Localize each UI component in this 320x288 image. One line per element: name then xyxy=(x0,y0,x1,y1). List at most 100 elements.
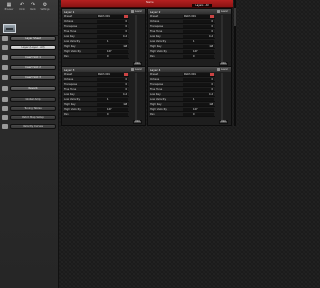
param-value: Patch 001 xyxy=(184,73,196,76)
param-value-field[interactable]: G8 xyxy=(183,103,214,106)
layer-panel-2: Layer 2 Level Preset Patch 001 Octave 0 Tr… xyxy=(147,8,232,68)
param-label: High Velocity xyxy=(150,50,167,53)
param-value: 1 xyxy=(107,98,109,101)
power-icon[interactable] xyxy=(131,68,134,71)
param-value: C-2 xyxy=(122,93,127,96)
param-row: Pan 0 xyxy=(149,113,215,117)
level-fader[interactable] xyxy=(221,73,223,121)
level-fader[interactable] xyxy=(135,15,137,63)
toolbar-redo-button[interactable]: ↷ Redo xyxy=(28,2,38,11)
power-icon[interactable] xyxy=(217,10,220,13)
param-value-field[interactable]: C-2 xyxy=(183,93,214,96)
layer-header: Layer 2 Level xyxy=(148,9,231,14)
param-value-field[interactable]: 0 xyxy=(97,20,128,23)
param-value: 0 xyxy=(211,20,213,23)
toolbar-settings-button[interactable]: ⚙ Settings xyxy=(40,2,50,11)
param-value-field[interactable]: C-2 xyxy=(97,35,128,38)
param-value: 0 xyxy=(107,55,109,58)
param-row: Transpose 0 xyxy=(149,83,215,87)
param-value-field[interactable]: 0 xyxy=(97,88,128,91)
param-value-field[interactable]: G8 xyxy=(97,103,128,106)
insert-icon xyxy=(2,55,8,60)
param-value-field[interactable]: 127 xyxy=(183,108,214,111)
toolbar-browser-button[interactable]: ▦ Browser xyxy=(4,2,14,11)
param-row: Octave 0 xyxy=(149,20,215,24)
param-label: Preset xyxy=(64,15,73,18)
param-label: Fine Tune xyxy=(64,88,77,91)
param-value-field[interactable]: 0 xyxy=(97,25,128,28)
sidebar-item-insert-3[interactable]: Insert Slot 3 xyxy=(10,75,56,80)
param-value-field[interactable]: 0 xyxy=(183,30,214,33)
param-value-field[interactable]: 0 xyxy=(97,113,128,116)
param-value: 0 xyxy=(211,25,213,28)
param-value-field[interactable]: C-2 xyxy=(97,93,128,96)
name-field[interactable]: Layers · All xyxy=(192,4,212,7)
param-value-field[interactable]: G8 xyxy=(183,45,214,48)
param-label: Octave xyxy=(150,20,160,23)
param-value-field[interactable]: 0 xyxy=(183,83,214,86)
param-value-field[interactable]: 1 xyxy=(183,40,214,43)
instrument-thumbnail xyxy=(3,24,16,33)
param-value-field[interactable]: 0 xyxy=(97,55,128,58)
param-label: Pan xyxy=(64,113,69,116)
sidebar-item-insert-1[interactable]: Insert Slot 1 xyxy=(10,55,56,60)
param-value-field[interactable]: 1 xyxy=(183,98,214,101)
preset-select[interactable]: Patch 001 xyxy=(183,15,214,18)
sidebar-item-insert-2[interactable]: Insert Slot 2 xyxy=(10,65,56,70)
edit-button[interactable]: Edit xyxy=(219,120,228,124)
power-icon[interactable] xyxy=(217,68,220,71)
preset-select[interactable]: Patch 001 xyxy=(97,15,128,18)
sidebar-item-global-amp[interactable]: Global Amp xyxy=(10,97,56,102)
param-value-field[interactable]: 0 xyxy=(97,83,128,86)
power-icon[interactable] xyxy=(131,10,134,13)
preset-select[interactable]: Patch 001 xyxy=(97,73,128,76)
param-value: 0 xyxy=(125,88,127,91)
layer-header: Layer 4 Level xyxy=(148,67,231,72)
param-value-field[interactable]: 0 xyxy=(97,30,128,33)
sidebar-item-layer-sheet[interactable]: Layer Sheet xyxy=(10,36,56,41)
edit-button[interactable]: Edit xyxy=(133,120,142,124)
param-value: 0 xyxy=(125,78,127,81)
sidebar-item-layer-all[interactable]: Layer (Layer · All) xyxy=(10,45,56,50)
sidebar-item-tuning[interactable]: Tuning Tables xyxy=(10,106,56,111)
param-row: Pan 0 xyxy=(63,55,129,59)
param-value-field[interactable]: 127 xyxy=(183,50,214,53)
param-value-field[interactable]: 0 xyxy=(183,113,214,116)
param-value: 0 xyxy=(193,113,195,116)
level-fader[interactable] xyxy=(221,15,223,63)
tuning-icon xyxy=(2,106,8,111)
param-value-field[interactable]: 1 xyxy=(97,40,128,43)
sidebar-item-patch-map[interactable]: Patch Map Setup xyxy=(10,115,56,120)
param-value-field[interactable]: 127 xyxy=(97,108,128,111)
level-label: Level xyxy=(135,10,142,13)
param-row: Low Velocity 1 xyxy=(149,98,215,102)
level-fader[interactable] xyxy=(135,73,137,121)
param-value-field[interactable]: 0 xyxy=(183,55,214,58)
param-value-field[interactable]: 0 xyxy=(183,20,214,23)
sidebar-item-reverb[interactable]: Reverb xyxy=(10,86,56,91)
param-row: Low Velocity 1 xyxy=(149,40,215,44)
param-value-field[interactable]: G8 xyxy=(97,45,128,48)
scrollbar[interactable] xyxy=(234,0,236,126)
param-value-field[interactable]: 0 xyxy=(183,78,214,81)
param-value-field[interactable]: 0 xyxy=(183,88,214,91)
param-label: Preset xyxy=(150,15,159,18)
scrollbar-thumb[interactable] xyxy=(234,8,236,26)
param-label: Transpose xyxy=(64,83,78,86)
toolbar-undo-button[interactable]: ↶ Undo xyxy=(17,2,27,11)
param-value-field[interactable]: 0 xyxy=(183,25,214,28)
param-value: C-2 xyxy=(122,35,127,38)
param-value-field[interactable]: C-2 xyxy=(183,35,214,38)
param-label: Low Key xyxy=(150,35,161,38)
param-value-field[interactable]: 1 xyxy=(97,98,128,101)
sidebar-item-velocity[interactable]: Velocity Curves xyxy=(10,124,56,129)
param-value-field[interactable]: 127 xyxy=(97,50,128,53)
param-value: 0 xyxy=(125,20,127,23)
param-label: Fine Tune xyxy=(64,30,77,33)
param-value: G8 xyxy=(123,45,127,48)
param-value-field[interactable]: 0 xyxy=(97,78,128,81)
param-label: Preset xyxy=(150,73,159,76)
preset-select[interactable]: Patch 001 xyxy=(183,73,214,76)
layers-icon xyxy=(2,45,8,50)
layer-title: Layer 1 xyxy=(64,10,75,14)
